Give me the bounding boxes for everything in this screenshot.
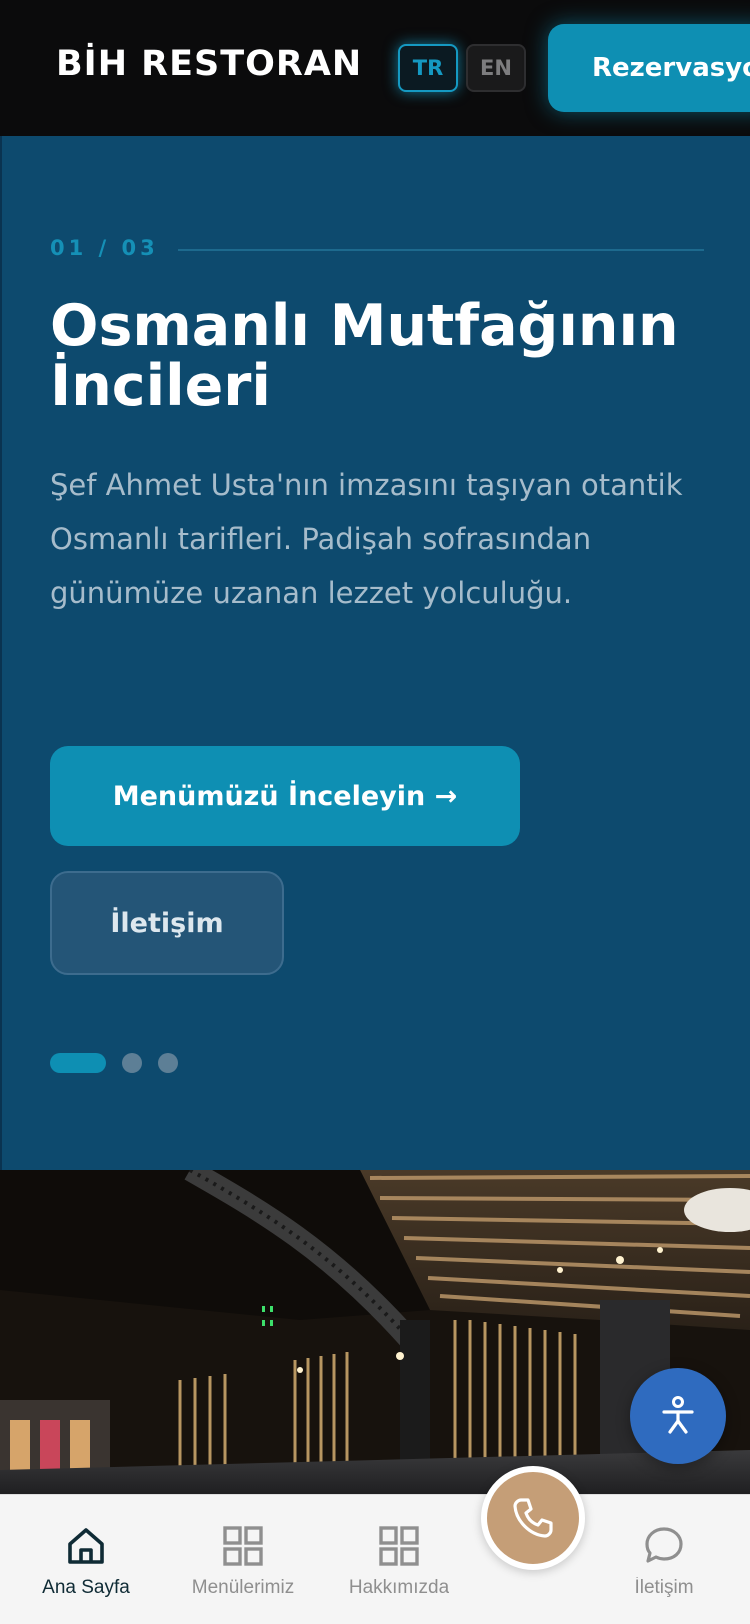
nav-label-about: Hakkımızda (348, 1577, 450, 1598)
nav-item-about[interactable]: Hakkımızda (324, 1523, 474, 1623)
bottom-navigation: Ana Sayfa Menülerimiz Hakkımızda İletişi… (0, 1494, 750, 1624)
slide-dots (50, 1053, 194, 1073)
nav-item-contact[interactable]: İletişim (589, 1523, 739, 1623)
chat-bubble-icon (645, 1527, 683, 1563)
nav-label-menus: Menülerimiz (191, 1577, 295, 1598)
slide-counter-line (178, 249, 704, 251)
slide-dot-2[interactable] (122, 1053, 142, 1073)
slide-counter: 01 / 03 (50, 236, 159, 260)
grid-icon (379, 1526, 419, 1566)
accessibility-icon (662, 1396, 694, 1434)
view-menu-button[interactable]: Menümüzü İnceleyin → (50, 746, 520, 846)
language-tr-button[interactable]: TR (398, 44, 458, 92)
contact-button[interactable]: İletişim (50, 871, 284, 975)
phone-icon (513, 1498, 553, 1538)
nav-item-home[interactable]: Ana Sayfa (11, 1523, 161, 1623)
slide-dot-1[interactable] (50, 1053, 106, 1073)
nav-item-menus[interactable]: Menülerimiz (168, 1523, 318, 1623)
restaurant-interior-illustration (0, 1170, 750, 1500)
slide-dot-3[interactable] (158, 1053, 178, 1073)
page: BİH RESTORAN TR EN Rezervasyon 01 / 03 O… (0, 0, 750, 1624)
language-en-button[interactable]: EN (466, 44, 526, 92)
nav-label-contact: İletişim (634, 1577, 694, 1598)
home-icon (68, 1528, 104, 1564)
brand-logo-text[interactable]: BİH RESTORAN (56, 44, 362, 84)
call-button[interactable] (481, 1466, 585, 1570)
accessibility-button[interactable] (630, 1368, 726, 1464)
hero-title: Osmanlı Mutfağının İncileri (50, 293, 679, 419)
hero-slider: 01 / 03 Osmanlı Mutfağının İncileri Şef … (0, 136, 750, 1170)
nav-label-home: Ana Sayfa (42, 1577, 130, 1598)
restaurant-interior-photo (0, 1170, 750, 1500)
hero-description: Şef Ahmet Usta'nın imzasını taşıyan otan… (50, 468, 683, 610)
reservation-button[interactable]: Rezervasyon (548, 24, 750, 112)
top-header: BİH RESTORAN TR EN Rezervasyon (0, 0, 750, 136)
grid-icon (223, 1526, 263, 1566)
